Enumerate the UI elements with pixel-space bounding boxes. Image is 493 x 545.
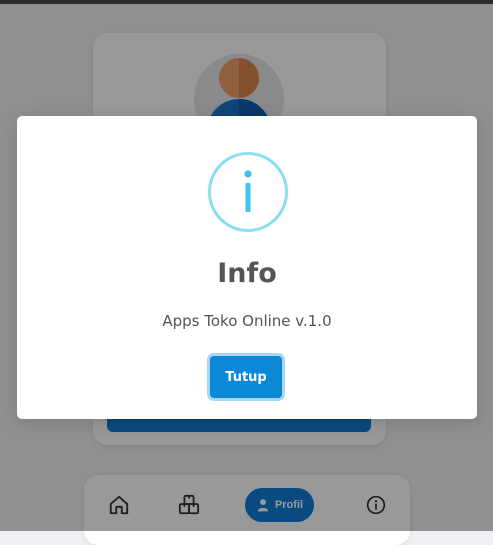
info-circle-icon (208, 152, 288, 232)
close-button[interactable]: Tutup (210, 356, 282, 398)
info-glyph-icon (244, 170, 252, 212)
info-dialog: Info Apps Toko Online v.1.0 Tutup (17, 116, 477, 419)
dialog-title: Info (217, 258, 277, 289)
dialog-message: Apps Toko Online v.1.0 (162, 312, 332, 330)
